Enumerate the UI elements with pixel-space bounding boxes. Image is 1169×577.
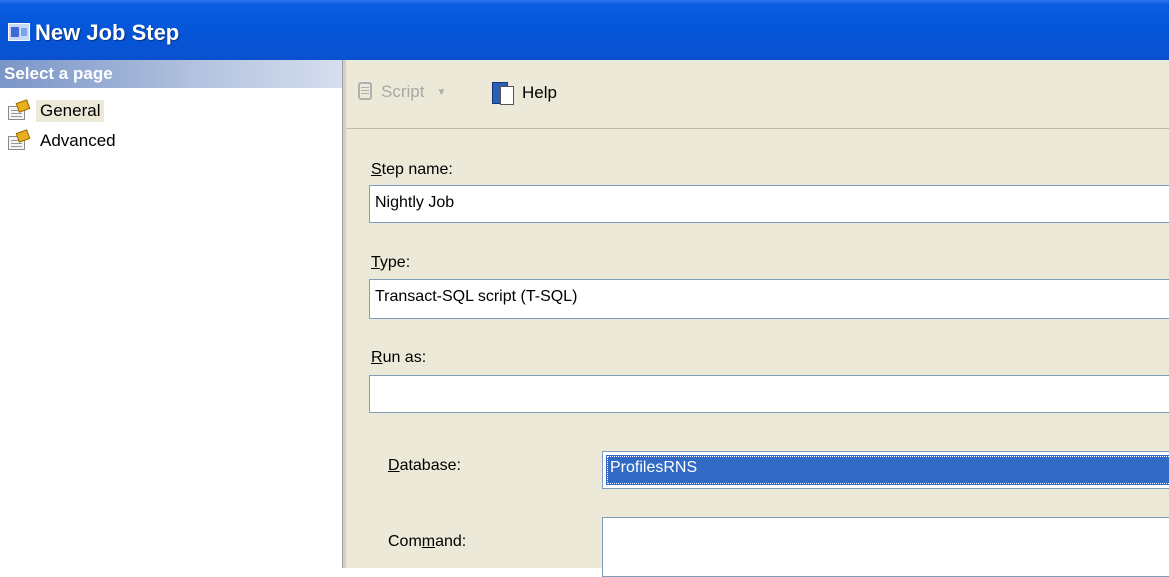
database-select[interactable]: ProfilesRNS xyxy=(602,451,1169,489)
select-page-pane: Select a page General Advanced xyxy=(0,60,342,568)
script-button-label: Script xyxy=(381,82,425,101)
nav-item-advanced[interactable]: Advanced xyxy=(0,128,120,154)
select-page-header: Select a page xyxy=(0,60,342,88)
chevron-down-icon[interactable]: ▼ xyxy=(436,87,446,98)
command-textarea[interactable] xyxy=(602,517,1169,577)
window-title: New Job Step xyxy=(35,20,180,45)
command-label: Command: xyxy=(388,533,467,550)
help-button-label: Help xyxy=(522,83,557,102)
nav-item-advanced-label: Advanced xyxy=(40,131,116,150)
type-select[interactable]: Transact-SQL script (T-SQL) xyxy=(369,279,1169,319)
type-label: Type: xyxy=(371,254,411,271)
database-label: Database: xyxy=(388,457,461,474)
nav-item-general-label: General xyxy=(36,100,105,122)
job-step-window-icon xyxy=(8,23,30,41)
help-button[interactable]: Help xyxy=(491,80,557,106)
page-properties-icon xyxy=(8,129,31,151)
select-page-header-label: Select a page xyxy=(4,64,113,83)
run-as-label: Run as: xyxy=(371,349,427,366)
nav-item-general[interactable]: General xyxy=(0,98,105,124)
general-page-form: Step name: Nightly Job Type: Transact-SQ… xyxy=(346,129,1169,577)
step-name-label: Step name: xyxy=(371,161,453,178)
script-button[interactable]: Script ▼ xyxy=(356,80,446,104)
toolbar: Script ▼ Help xyxy=(346,60,1169,129)
script-icon xyxy=(356,80,376,104)
page-properties-icon xyxy=(8,99,31,121)
help-book-icon xyxy=(491,80,517,106)
database-selected-value: ProfilesRNS xyxy=(606,455,1169,485)
step-name-input[interactable]: Nightly Job xyxy=(369,185,1169,223)
title-bar[interactable]: New Job Step xyxy=(0,0,1169,60)
run-as-select[interactable] xyxy=(369,375,1169,413)
